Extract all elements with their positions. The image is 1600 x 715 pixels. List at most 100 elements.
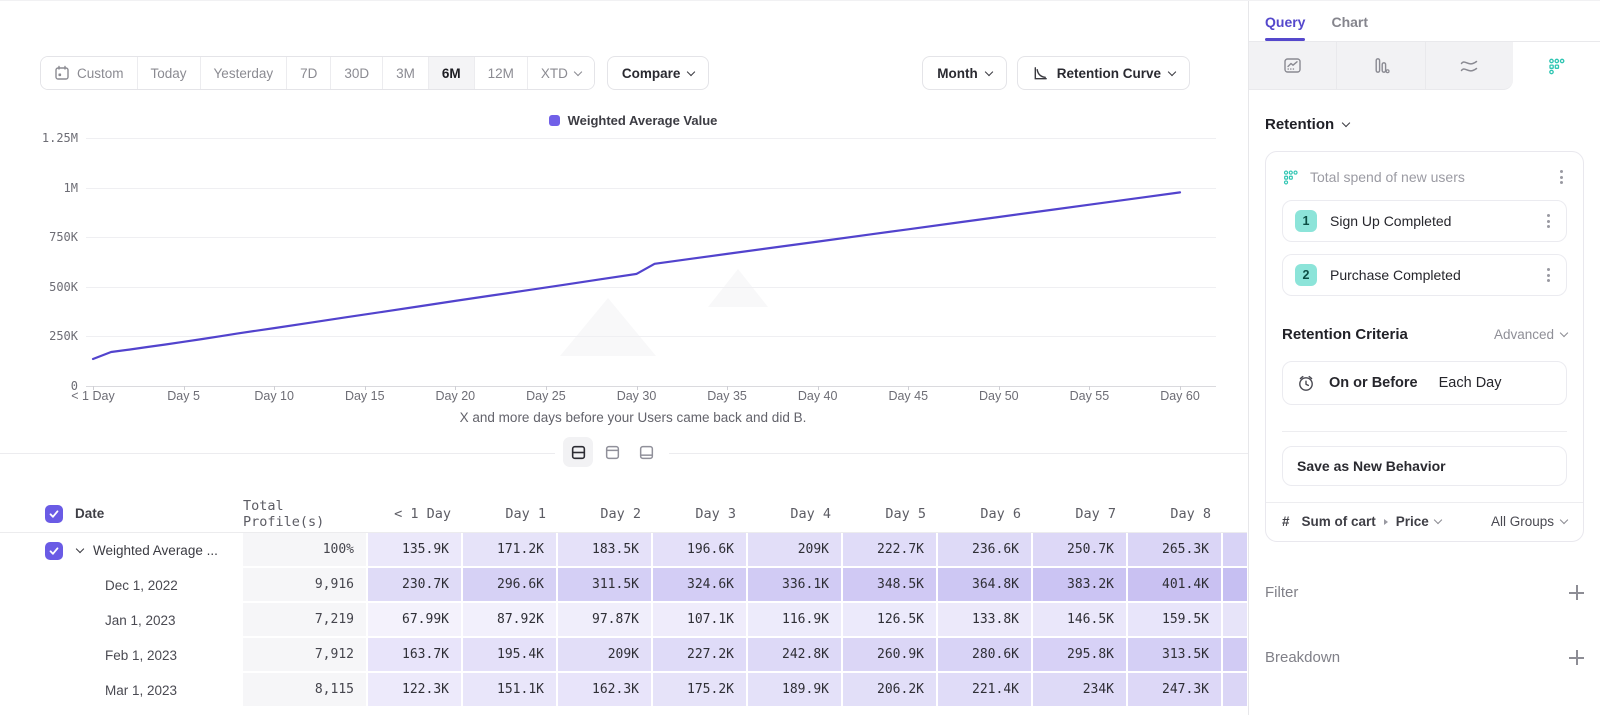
range-7d[interactable]: 7D: [287, 57, 331, 89]
retention-value-cell[interactable]: 247.3K: [1128, 673, 1223, 708]
save-as-new-behavior-button[interactable]: Save as New Behavior: [1282, 446, 1567, 486]
report-tab-insights[interactable]: [1249, 42, 1337, 90]
criteria-mode-dropdown[interactable]: Advanced: [1494, 327, 1567, 342]
retention-value-cell[interactable]: 163.7K: [368, 638, 463, 673]
retention-value-cell[interactable]: 116.9K: [748, 603, 843, 638]
range-label: 12M: [488, 66, 514, 81]
split-view-icon: [570, 444, 587, 461]
row-date-label: Jan 1, 2023: [105, 613, 176, 628]
retention-value-cell[interactable]: 87.92K: [463, 603, 558, 638]
retention-value-cell[interactable]: 296.6K: [463, 568, 558, 603]
retention-value-cell[interactable]: 209K: [748, 533, 843, 568]
granularity-button[interactable]: Month: [922, 56, 1006, 90]
range-3m[interactable]: 3M: [383, 57, 429, 89]
retention-condition[interactable]: On or Before Each Day: [1282, 361, 1567, 405]
chart-line-svg[interactable]: [88, 138, 1180, 386]
tab-query[interactable]: Query: [1265, 14, 1305, 41]
groups-dropdown[interactable]: All Groups: [1491, 514, 1567, 529]
retention-value-cell[interactable]: 97.87K: [558, 603, 653, 638]
retention-value-cell[interactable]: 171.2K: [463, 533, 558, 568]
add-filter-section[interactable]: Filter: [1265, 584, 1584, 601]
retention-value-cell[interactable]: 196.6K: [653, 533, 748, 568]
retention-value-cell[interactable]: 175.2K: [653, 673, 748, 708]
retention-value-cell[interactable]: 401.4K: [1128, 568, 1223, 603]
retention-value-cell[interactable]: 311.5K: [558, 568, 653, 603]
kebab-menu-icon[interactable]: [1543, 264, 1554, 286]
main-panel: CustomTodayYesterday7D30D3M 6M 12M XTD Comp…: [0, 1, 1248, 715]
retention-value-cell[interactable]: 189.9K: [748, 673, 843, 708]
report-tab-retention[interactable]: [1513, 42, 1600, 90]
select-all-checkbox[interactable]: [45, 505, 63, 523]
behavior-step[interactable]: 1Sign Up Completed: [1282, 200, 1567, 242]
measure-dropdown[interactable]: # Sum of cart Price: [1282, 514, 1441, 529]
add-breakdown-section[interactable]: Breakdown: [1265, 649, 1584, 666]
column-header: Day 3: [653, 495, 748, 532]
retention-value-cell[interactable]: 209K: [558, 638, 653, 673]
retention-value-cell[interactable]: 107.1K: [653, 603, 748, 638]
range-xtd[interactable]: XTD: [528, 57, 594, 89]
retention-section-selector[interactable]: Retention: [1265, 116, 1584, 133]
retention-line-chart: Weighted Average Value 1.25M1M750K500K25…: [0, 101, 1248, 433]
view-toggle-split-view[interactable]: [563, 437, 593, 467]
retention-value-cell[interactable]: 280.6K: [938, 638, 1033, 673]
total-profiles-cell: 9,916: [243, 568, 368, 603]
retention-value-cell[interactable]: 135.9K: [368, 533, 463, 568]
retention-value-cell[interactable]: 146.5K: [1033, 603, 1128, 638]
retention-value-cell[interactable]: 324.6K: [653, 568, 748, 603]
y-axis-tick-label: 1M: [0, 181, 78, 195]
retention-value-cell[interactable]: 364.8K: [938, 568, 1033, 603]
retention-value-cell[interactable]: 227.2K: [653, 638, 748, 673]
view-toggle-table-view[interactable]: [631, 437, 661, 467]
view-toggle-chart-view[interactable]: [597, 437, 627, 467]
range-custom[interactable]: Custom: [41, 57, 138, 89]
retention-value-cell[interactable]: 230.7K: [368, 568, 463, 603]
retention-value-cell[interactable]: 126.5K: [843, 603, 938, 638]
plus-icon[interactable]: [1569, 585, 1584, 600]
range-today[interactable]: Today: [138, 57, 201, 89]
retention-value-cell[interactable]: 122.3K: [368, 673, 463, 708]
x-axis-tick-label: Day 50: [954, 389, 1044, 403]
compare-button[interactable]: Compare: [607, 56, 710, 90]
row-checkbox[interactable]: [45, 542, 63, 560]
retention-value-cell[interactable]: 313.5K: [1128, 638, 1223, 673]
report-tab-flows[interactable]: [1426, 42, 1513, 90]
kebab-menu-icon[interactable]: [1556, 166, 1567, 188]
retention-value-cell[interactable]: 242.8K: [748, 638, 843, 673]
retention-value-cell[interactable]: 159.5K: [1128, 603, 1223, 638]
chart-type-button[interactable]: Retention Curve: [1017, 56, 1190, 90]
retention-value-cell[interactable]: 234K: [1033, 673, 1128, 708]
retention-value-cell[interactable]: 206.2K: [843, 673, 938, 708]
retention-value-cell[interactable]: 222.7K: [843, 533, 938, 568]
retention-value-cell[interactable]: 183.5K: [558, 533, 653, 568]
retention-value-cell[interactable]: 221.4K: [938, 673, 1033, 708]
range-label: 6M: [442, 66, 461, 81]
retention-value-cell[interactable]: 250.7K: [1033, 533, 1128, 568]
retention-value-cell[interactable]: 67.99K: [368, 603, 463, 638]
tab-chart[interactable]: Chart: [1331, 14, 1368, 41]
kebab-menu-icon[interactable]: [1543, 210, 1554, 232]
retention-value-cell[interactable]: 336.1K: [748, 568, 843, 603]
chevron-down-icon[interactable]: [76, 545, 84, 553]
behavior-title: Total spend of new users: [1310, 169, 1545, 185]
date-cell: Mar 1, 2023: [0, 673, 243, 708]
range-yesterday[interactable]: Yesterday: [201, 57, 288, 89]
retention-value-cell[interactable]: 151.1K: [463, 673, 558, 708]
range-30d[interactable]: 30D: [331, 57, 383, 89]
retention-value-cell[interactable]: 383.2K: [1033, 568, 1128, 603]
report-tab-funnels[interactable]: [1337, 42, 1425, 90]
retention-value-cell[interactable]: 236.6K: [938, 533, 1033, 568]
retention-value-cell[interactable]: 133.8K: [938, 603, 1033, 638]
plus-icon[interactable]: [1569, 650, 1584, 665]
date-column-header: Date: [75, 506, 104, 521]
retention-value-cell[interactable]: 162.3K: [558, 673, 653, 708]
retention-value-cell[interactable]: 260.9K: [843, 638, 938, 673]
condition-operator: On or Before: [1329, 375, 1418, 391]
retention-value-cell[interactable]: 348.5K: [843, 568, 938, 603]
range-12m[interactable]: 12M: [475, 57, 528, 89]
chart-legend[interactable]: Weighted Average Value: [86, 113, 1180, 128]
behavior-step[interactable]: 2Purchase Completed: [1282, 254, 1567, 296]
retention-value-cell[interactable]: 295.8K: [1033, 638, 1128, 673]
retention-value-cell[interactable]: 265.3K: [1128, 533, 1223, 568]
retention-value-cell[interactable]: 195.4K: [463, 638, 558, 673]
range-6m[interactable]: 6M: [429, 57, 475, 89]
